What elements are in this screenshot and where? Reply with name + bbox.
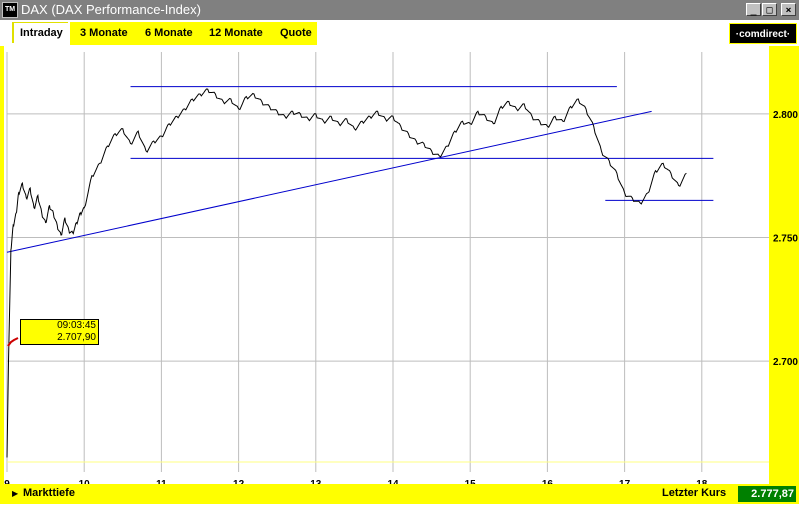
minimize-button[interactable]: _ — [746, 3, 761, 16]
app-icon: TM — [2, 2, 18, 18]
window-title: DAX (DAX Performance-Index) — [21, 2, 201, 17]
price-series-line — [6, 88, 687, 458]
tab-quote[interactable]: Quote — [280, 23, 312, 44]
toolbar: Intraday 3 Monate 6 Monate 12 Monate Quo… — [0, 20, 799, 47]
maximize-button[interactable]: □ — [762, 3, 777, 16]
tab-intraday[interactable]: Intraday — [12, 22, 68, 43]
tooltip-time: 09:03:45 — [57, 320, 96, 331]
price-chart[interactable]: 91011121314151617182.8002.7502.700 — [0, 46, 799, 484]
y-tick-label: 2.750 — [773, 233, 798, 244]
letzter-kurs-label: Letzter Kurs — [662, 487, 727, 499]
title-bar: TM DAX (DAX Performance-Index) _ □ × — [0, 0, 799, 20]
tab-3-monate[interactable]: 3 Monate — [80, 23, 128, 44]
bottom-edge — [0, 504, 799, 511]
tab-6-monate[interactable]: 6 Monate — [145, 23, 193, 44]
expand-arrow-icon[interactable]: ▶ — [12, 489, 18, 498]
comdirect-logo: ·comdirect· — [729, 23, 797, 44]
tooltip-value: 2.707,90 — [57, 332, 96, 343]
status-bar: ▶ Markttiefe Letzter Kurs 2.777,87 — [0, 484, 799, 504]
markttiefe-label[interactable]: Markttiefe — [23, 487, 75, 499]
last-price-value: 2.777,87 — [738, 486, 796, 502]
trendline — [6, 110, 652, 253]
tab-12-monate[interactable]: 12 Monate — [209, 23, 263, 44]
y-tick-label: 2.700 — [773, 357, 798, 368]
y-tick-label: 2.800 — [773, 110, 798, 121]
close-button[interactable]: × — [781, 3, 796, 16]
tooltip-marker — [7, 337, 19, 347]
price-tooltip: 09:03:45 2.707,90 — [20, 319, 99, 345]
period-tabs: 3 Monate 6 Monate 12 Monate Quote — [70, 22, 317, 45]
